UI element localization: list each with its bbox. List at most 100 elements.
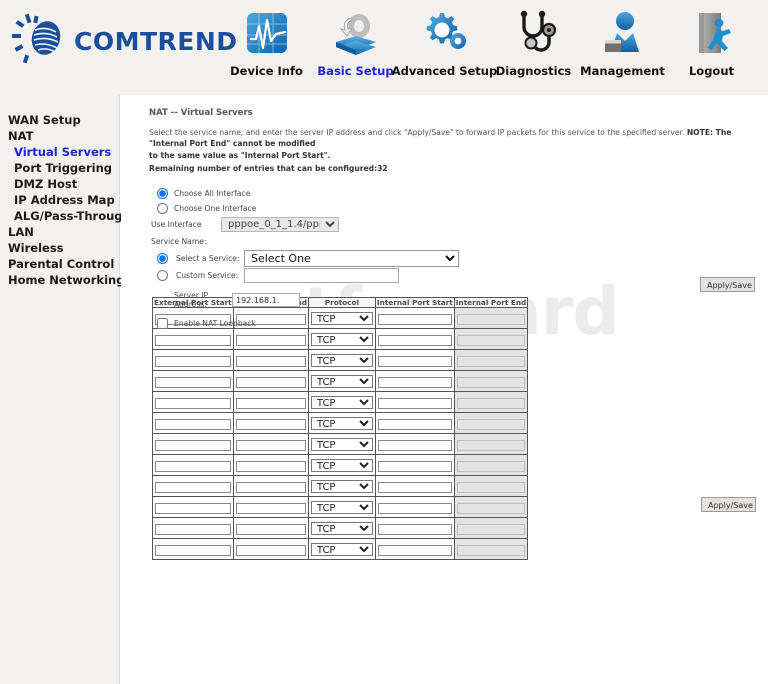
page-description-line-1: Select the service name, and enter the s…	[149, 128, 768, 149]
row-custom-service: Custom Service:	[149, 267, 579, 284]
sidebar-item-wan-setup[interactable]: WAN Setup	[0, 112, 119, 128]
protocol-select[interactable]: TCP	[310, 459, 373, 472]
external-port-end-input[interactable]	[235, 356, 306, 367]
internal-port-start-input[interactable]	[377, 356, 452, 367]
external-port-end-input[interactable]	[235, 503, 306, 514]
sidebar-item-dmz-host[interactable]: DMZ Host	[0, 176, 119, 192]
sidebar-item-nat[interactable]: NAT	[0, 128, 119, 144]
checkbox-enable-nat-loopback[interactable]	[157, 318, 168, 329]
internal-port-start-input[interactable]	[377, 440, 452, 451]
device-info-icon	[242, 8, 292, 58]
internal-port-start-input[interactable]	[377, 482, 452, 493]
external-port-end-input[interactable]	[235, 482, 306, 493]
external-port-start-input[interactable]	[155, 503, 231, 514]
sidebar-item-parental-control[interactable]: Parental Control	[0, 256, 119, 272]
apply-save-button-bottom[interactable]: Apply/Save	[701, 497, 756, 512]
internal-port-end-input	[456, 419, 526, 430]
nav-label: Advanced Setup	[391, 64, 498, 78]
internal-port-start-input[interactable]	[377, 398, 452, 409]
sidebar-item-home-networking[interactable]: Home Networking	[0, 272, 124, 288]
external-port-end-cell	[232, 433, 309, 455]
protocol-select[interactable]: TCP	[310, 333, 373, 346]
protocol-cell: TCP	[307, 433, 376, 455]
external-port-start-input[interactable]	[155, 545, 231, 556]
sidebar-item-port-triggering[interactable]: Port Triggering	[0, 160, 119, 176]
sidebar-item-wireless[interactable]: Wireless	[0, 240, 119, 256]
protocol-select[interactable]: TCP	[310, 438, 373, 451]
nav-item-logout[interactable]: Logout	[667, 8, 756, 78]
nav-item-device-info[interactable]: Device Info	[222, 8, 311, 78]
protocol-select[interactable]: TCP	[310, 354, 373, 367]
table-row: TCP	[152, 349, 529, 371]
nav-item-advanced-setup[interactable]: Advanced Setup	[392, 8, 497, 78]
radio-choose-all-interface[interactable]	[157, 188, 168, 199]
protocol-select[interactable]: TCP	[310, 522, 373, 535]
protocol-cell: TCP	[307, 412, 376, 434]
external-port-end-cell	[232, 412, 309, 434]
table-row: TCP	[152, 475, 529, 497]
custom-service-input[interactable]	[244, 268, 399, 283]
external-port-end-input[interactable]	[235, 377, 306, 388]
external-port-end-cell	[232, 538, 309, 560]
external-port-end-input[interactable]	[235, 545, 306, 556]
external-port-start-input[interactable]	[155, 335, 231, 346]
external-port-start-input[interactable]	[155, 524, 231, 535]
external-port-end-input[interactable]	[235, 335, 306, 346]
external-port-start-input[interactable]	[155, 356, 231, 367]
diagnostics-icon	[509, 8, 559, 58]
external-port-start-cell	[152, 538, 234, 560]
external-port-end-input[interactable]	[235, 398, 306, 409]
sidebar-item-lan[interactable]: LAN	[0, 224, 119, 240]
protocol-select[interactable]: TCP	[310, 396, 373, 409]
protocol-select[interactable]: TCP	[310, 480, 373, 493]
external-port-start-input[interactable]	[155, 398, 231, 409]
internal-port-start-input[interactable]	[377, 503, 452, 514]
internal-port-start-input[interactable]	[377, 461, 452, 472]
external-port-end-input[interactable]	[235, 440, 306, 451]
sidebar-item-alg-pass-through[interactable]: ALG/Pass-Through	[0, 208, 131, 224]
select-a-service-dropdown[interactable]: Select One	[244, 249, 459, 267]
protocol-select[interactable]: TCP	[310, 501, 373, 514]
external-port-start-input[interactable]	[155, 482, 231, 493]
nav-item-management[interactable]: Management	[578, 8, 667, 78]
table-row: TCP	[152, 391, 529, 413]
use-interface-select[interactable]: pppoe_0_1_1.4/ppp0.1	[221, 217, 339, 232]
internal-port-start-input[interactable]	[377, 545, 452, 556]
external-port-start-input[interactable]	[155, 419, 231, 430]
external-port-end-input[interactable]	[235, 461, 306, 472]
radio-custom-service[interactable]	[157, 270, 168, 281]
external-port-end-input[interactable]	[235, 419, 306, 430]
radio-select-a-service[interactable]	[157, 252, 168, 264]
external-port-start-cell	[152, 454, 234, 476]
basic-setup-icon	[331, 8, 381, 58]
internal-port-end-cell	[453, 454, 529, 476]
internal-port-end-input	[456, 398, 526, 409]
server-ip-address-input[interactable]	[232, 293, 300, 307]
description-text-a: Select the service name, and enter the s…	[149, 128, 687, 137]
internal-port-start-input[interactable]	[377, 419, 452, 430]
nav-item-basic-setup[interactable]: Basic Setup	[311, 8, 400, 78]
brand-name: COMTREND	[74, 26, 238, 56]
internal-port-start-input[interactable]	[377, 335, 452, 346]
internal-port-end-cell	[453, 433, 529, 455]
sidebar-item-ip-address-map[interactable]: IP Address Map	[0, 192, 119, 208]
internal-port-end-cell	[453, 391, 529, 413]
protocol-select[interactable]: TCP	[310, 417, 373, 430]
nav-item-diagnostics[interactable]: Diagnostics	[489, 8, 578, 78]
internal-port-end-cell	[453, 370, 529, 392]
label-use-interface: Use Interface	[151, 220, 202, 229]
radio-choose-one-interface[interactable]	[157, 203, 168, 214]
internal-port-start-input[interactable]	[377, 524, 452, 535]
internal-port-start-input[interactable]	[377, 377, 452, 388]
sidebar-item-virtual-servers[interactable]: Virtual Servers	[0, 144, 119, 160]
nav-label: Diagnostics	[495, 64, 572, 78]
external-port-start-cell	[152, 517, 234, 539]
external-port-start-input[interactable]	[155, 440, 231, 451]
external-port-start-input[interactable]	[155, 461, 231, 472]
external-port-start-input[interactable]	[155, 377, 231, 388]
protocol-select[interactable]: TCP	[310, 375, 373, 388]
protocol-select[interactable]: TCP	[310, 543, 373, 556]
external-port-end-input[interactable]	[235, 524, 306, 535]
nav-label: Device Info	[230, 64, 303, 78]
brand-logo[interactable]: COMTREND	[10, 12, 238, 70]
